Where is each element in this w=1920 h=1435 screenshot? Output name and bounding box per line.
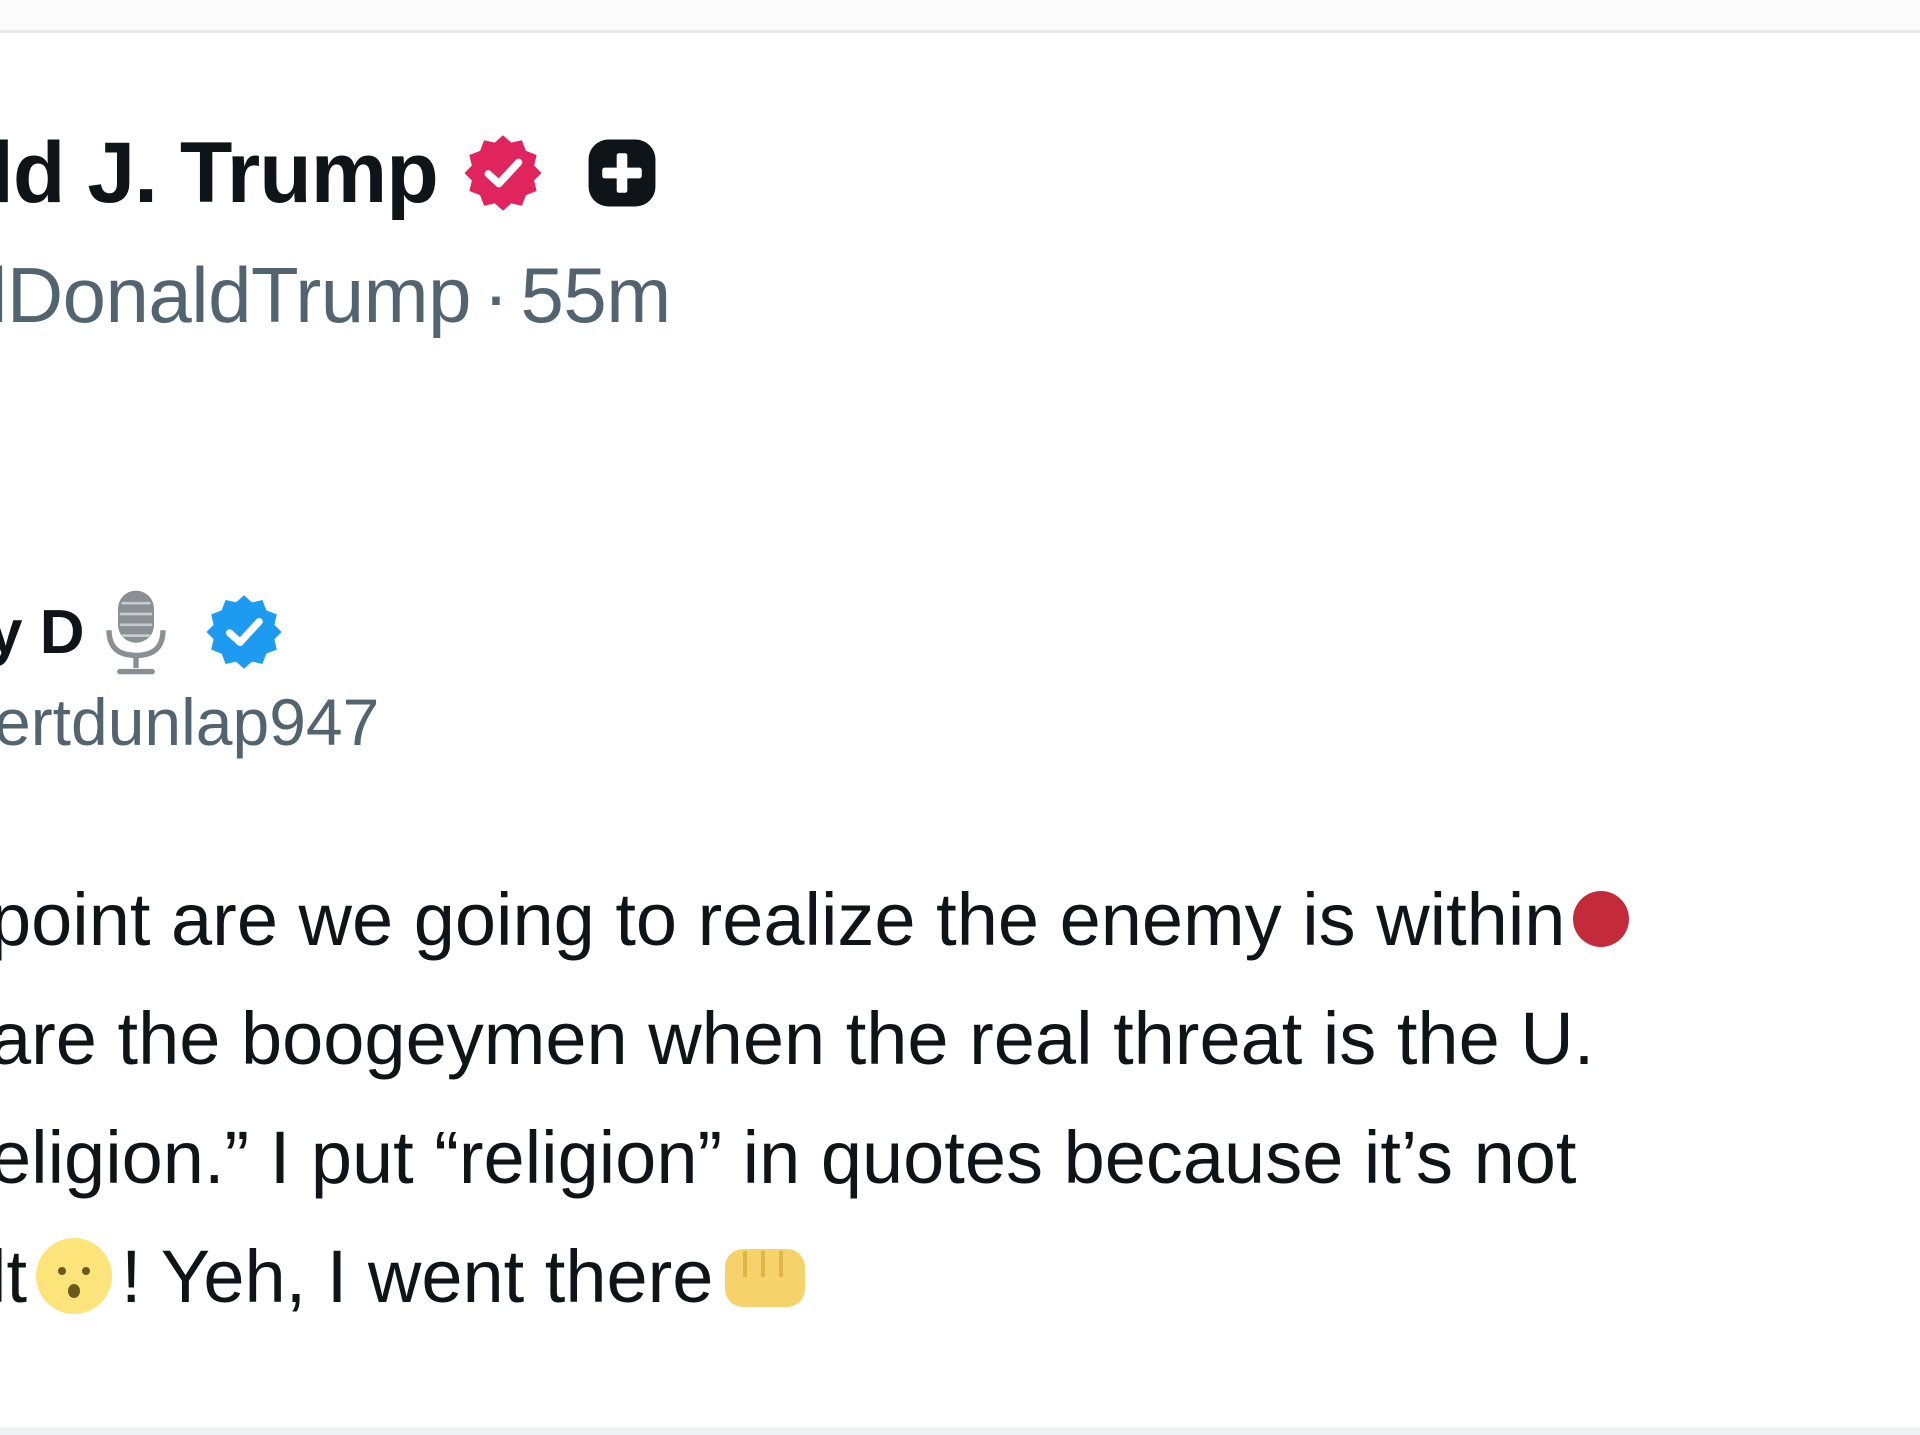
quoted-display-name[interactable]: y D [0, 597, 84, 668]
text-segment: lt [0, 1235, 27, 1318]
text-line-3: eligion.” I put “religion” in quotes bec… [0, 1098, 1920, 1217]
verified-badge-icon [464, 135, 542, 211]
text-segment: eligion.” I put “religion” in quotes bec… [0, 1116, 1577, 1199]
text-segment: are the boogeymen when the real threat i… [0, 997, 1595, 1080]
fist-emoji-icon [725, 1249, 806, 1308]
post-author-line: ld J. Trump [0, 118, 660, 228]
face-emoji-icon [36, 1238, 112, 1315]
post-display-name[interactable]: ld J. Trump [0, 124, 439, 223]
text-line-2: are the boogeymen when the real threat i… [0, 979, 1920, 1098]
verified-badge-icon [206, 595, 283, 669]
red-circle-icon [1573, 891, 1630, 948]
top-divider [0, 0, 1920, 33]
text-line-4: lt ! Yeh, I went there [0, 1217, 1920, 1336]
quoted-author-line: y D [0, 582, 284, 682]
microphone-icon [106, 590, 167, 675]
tweet-screenshot: ld J. Trump lDonaldTrump · 55m y D ertdu… [0, 0, 1920, 1435]
bottom-divider [0, 1427, 1920, 1435]
post-handle[interactable]: lDonaldTrump [0, 251, 471, 339]
text-line-1: point are we going to realize the enemy … [0, 860, 1920, 979]
text-segment: point are we going to realize the enemy … [0, 878, 1566, 961]
quoted-post-text: point are we going to realize the enemy … [0, 860, 1920, 1336]
post-handle-line: lDonaldTrump · 55m [0, 250, 671, 341]
post-timestamp[interactable]: 55m [520, 251, 671, 339]
quoted-handle[interactable]: ertdunlap947 [0, 684, 379, 760]
handle-separator: · [482, 251, 509, 339]
plus-square-icon [588, 139, 656, 207]
text-segment: ! Yeh, I went there [121, 1235, 714, 1318]
